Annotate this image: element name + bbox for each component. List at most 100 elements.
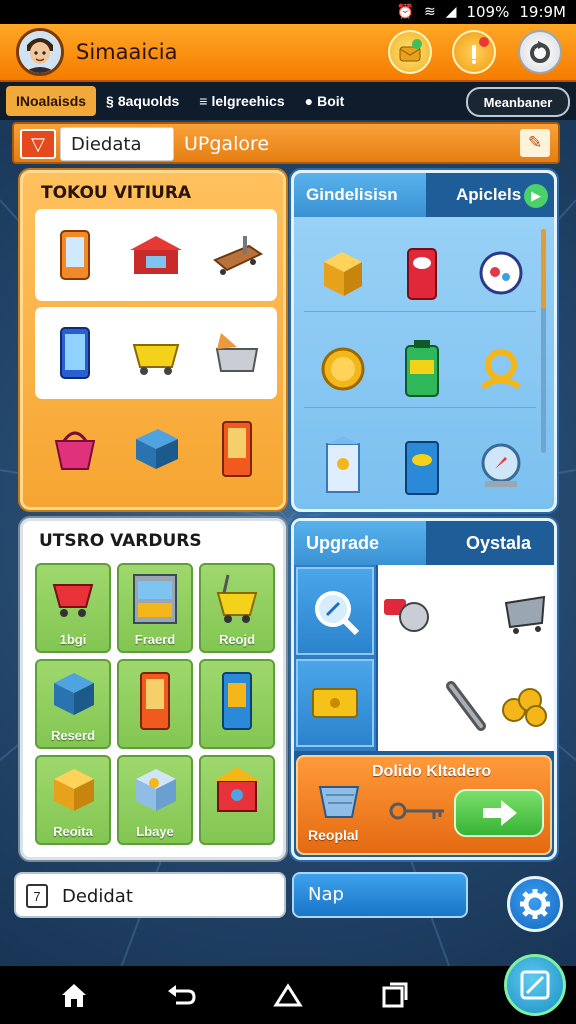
bottom-input[interactable]: 7 Dedidat bbox=[14, 872, 286, 918]
coins-item-icon[interactable] bbox=[498, 678, 552, 732]
map-button[interactable]: Nap bbox=[292, 872, 468, 918]
tab-gindelisisn[interactable]: Gindelisisn bbox=[294, 173, 426, 217]
arrow-right-icon bbox=[483, 800, 517, 826]
store-stall-item-icon[interactable] bbox=[126, 225, 186, 285]
upgrade-label: UPgalore bbox=[184, 133, 270, 155]
recents-button[interactable] bbox=[365, 970, 425, 1020]
shop-row bbox=[35, 209, 277, 301]
main-tabs: INoalaisds § 8aquolds ≡ lelgreehics ● Bo… bbox=[0, 82, 576, 120]
shop-panel: TOKOU VITIURA bbox=[20, 170, 286, 510]
store-tile[interactable]: Lbaye bbox=[117, 755, 193, 845]
settings-button[interactable] bbox=[507, 876, 563, 932]
refresh-icon[interactable] bbox=[518, 30, 562, 74]
go-button[interactable] bbox=[454, 789, 544, 837]
basket-item-icon[interactable] bbox=[45, 419, 105, 479]
upgrade-panel: Upgrade Oystala Dolido Kltadero Reoplal bbox=[291, 518, 557, 860]
gear-icon bbox=[520, 889, 550, 919]
magnifier-icon bbox=[315, 591, 360, 636]
chest-item-icon[interactable] bbox=[126, 419, 186, 479]
gold-coin-item-icon[interactable] bbox=[312, 338, 374, 400]
triangle-home-icon bbox=[273, 983, 303, 1007]
tab-label: 8aquolds bbox=[117, 93, 180, 109]
stores-panel-title: UTSRO VARDURS bbox=[39, 531, 202, 551]
yellow-cart-item-icon[interactable] bbox=[126, 323, 186, 383]
tile-label: Reojd bbox=[218, 632, 256, 647]
ticket-button[interactable] bbox=[296, 659, 374, 747]
tab-lelgreehics[interactable]: ≡ lelgreehics bbox=[189, 86, 294, 116]
stores-panel: UTSRO VARDURS 1bgi Fraerd Reojd Reserd R… bbox=[20, 518, 286, 860]
alarm-icon: ⏰ bbox=[396, 4, 414, 20]
notepad-icon bbox=[520, 970, 550, 1000]
deal-label: Reoplal bbox=[308, 827, 359, 843]
vending-item-icon[interactable] bbox=[207, 419, 267, 479]
clock: 19:9M bbox=[519, 3, 566, 21]
snack-machine-icon bbox=[140, 672, 170, 730]
store-tile[interactable]: 1bgi bbox=[35, 563, 111, 653]
store-tile[interactable]: Reserd bbox=[35, 659, 111, 749]
items-scrollbar[interactable] bbox=[541, 229, 546, 453]
avatar[interactable] bbox=[16, 28, 64, 76]
shopping-cart-icon bbox=[52, 584, 94, 617]
phone-item-icon[interactable] bbox=[45, 225, 105, 285]
store-tile[interactable] bbox=[117, 659, 193, 749]
red-can-item-icon[interactable] bbox=[391, 242, 453, 304]
status-bar: ⏰ ≋ ◢ 109% 19:9M bbox=[0, 0, 576, 24]
edit-icon[interactable]: ✎ bbox=[520, 129, 550, 157]
treasure-crate-icon bbox=[54, 769, 94, 811]
info-alert-icon[interactable] bbox=[452, 30, 496, 74]
back-icon bbox=[167, 985, 196, 1005]
coin-icon: § bbox=[106, 93, 114, 109]
upgrade-items bbox=[378, 565, 554, 751]
badge-item-icon[interactable] bbox=[470, 242, 532, 304]
cart-platform-item-icon[interactable] bbox=[207, 225, 267, 285]
dropdown-icon[interactable]: ▽ bbox=[20, 129, 56, 159]
gift-notification-icon[interactable] bbox=[388, 30, 432, 74]
search-bar: ▽ Diedata UPgalore ✎ bbox=[12, 122, 560, 164]
system-nav-bar bbox=[0, 966, 576, 1024]
top-header: Simaaicia bbox=[0, 24, 576, 82]
grey-cart-item-icon[interactable] bbox=[498, 585, 552, 639]
back-button[interactable] bbox=[151, 970, 211, 1020]
tab-boit[interactable]: ● Boit bbox=[295, 86, 355, 116]
home-button[interactable] bbox=[44, 970, 104, 1020]
saw-item-icon[interactable] bbox=[380, 585, 434, 639]
tile-label: Reoita bbox=[53, 824, 93, 839]
shop-row bbox=[35, 403, 277, 495]
green-soda-item-icon[interactable] bbox=[391, 338, 453, 400]
red-stall-icon bbox=[214, 767, 260, 812]
deal-title: Dolido Kltadero bbox=[372, 763, 492, 780]
overview-home-button[interactable] bbox=[258, 970, 318, 1020]
display-case-icon bbox=[133, 574, 177, 624]
blue-box-item-icon[interactable] bbox=[391, 434, 453, 496]
items-grid bbox=[304, 225, 540, 513]
battery-level: 109% bbox=[466, 3, 510, 21]
store-tile[interactable] bbox=[199, 755, 275, 845]
glass-box-icon bbox=[136, 769, 176, 811]
metal-bin-item-icon[interactable] bbox=[207, 323, 267, 383]
search-input[interactable]: Diedata bbox=[60, 127, 174, 161]
magnifier-button[interactable] bbox=[296, 567, 374, 655]
empty-slot bbox=[439, 585, 493, 639]
tab-oystala[interactable]: Oystala bbox=[426, 521, 554, 565]
store-tile[interactable]: Reoita bbox=[35, 755, 111, 845]
store-tile[interactable]: Reojd bbox=[199, 563, 275, 653]
tab-aquolds[interactable]: § 8aquolds bbox=[96, 86, 189, 116]
notes-button[interactable] bbox=[504, 954, 566, 1016]
milk-carton-item-icon[interactable] bbox=[312, 434, 374, 496]
document-icon: 7 bbox=[26, 884, 48, 908]
tab-inoalaisds[interactable]: INoalaisds bbox=[6, 86, 97, 116]
ring-item-icon[interactable] bbox=[470, 338, 532, 400]
pipe-item-icon[interactable] bbox=[439, 678, 493, 732]
play-icon[interactable]: ▶ bbox=[524, 184, 548, 208]
compass-item-icon[interactable] bbox=[470, 434, 532, 496]
tab-upgrade[interactable]: Upgrade bbox=[294, 521, 426, 565]
tab-label: Apiclels bbox=[456, 185, 522, 204]
deal-card: Dolido Kltadero Reoplal bbox=[296, 755, 552, 855]
banner-toggle-button[interactable]: Meanbaner bbox=[466, 87, 570, 117]
store-tile[interactable]: Fraerd bbox=[117, 563, 193, 653]
tab-label: Boit bbox=[317, 93, 345, 109]
store-tile[interactable] bbox=[199, 659, 275, 749]
tablet-item-icon[interactable] bbox=[45, 323, 105, 383]
scroll-thumb[interactable] bbox=[541, 229, 546, 309]
gold-box-item-icon[interactable] bbox=[312, 242, 374, 304]
